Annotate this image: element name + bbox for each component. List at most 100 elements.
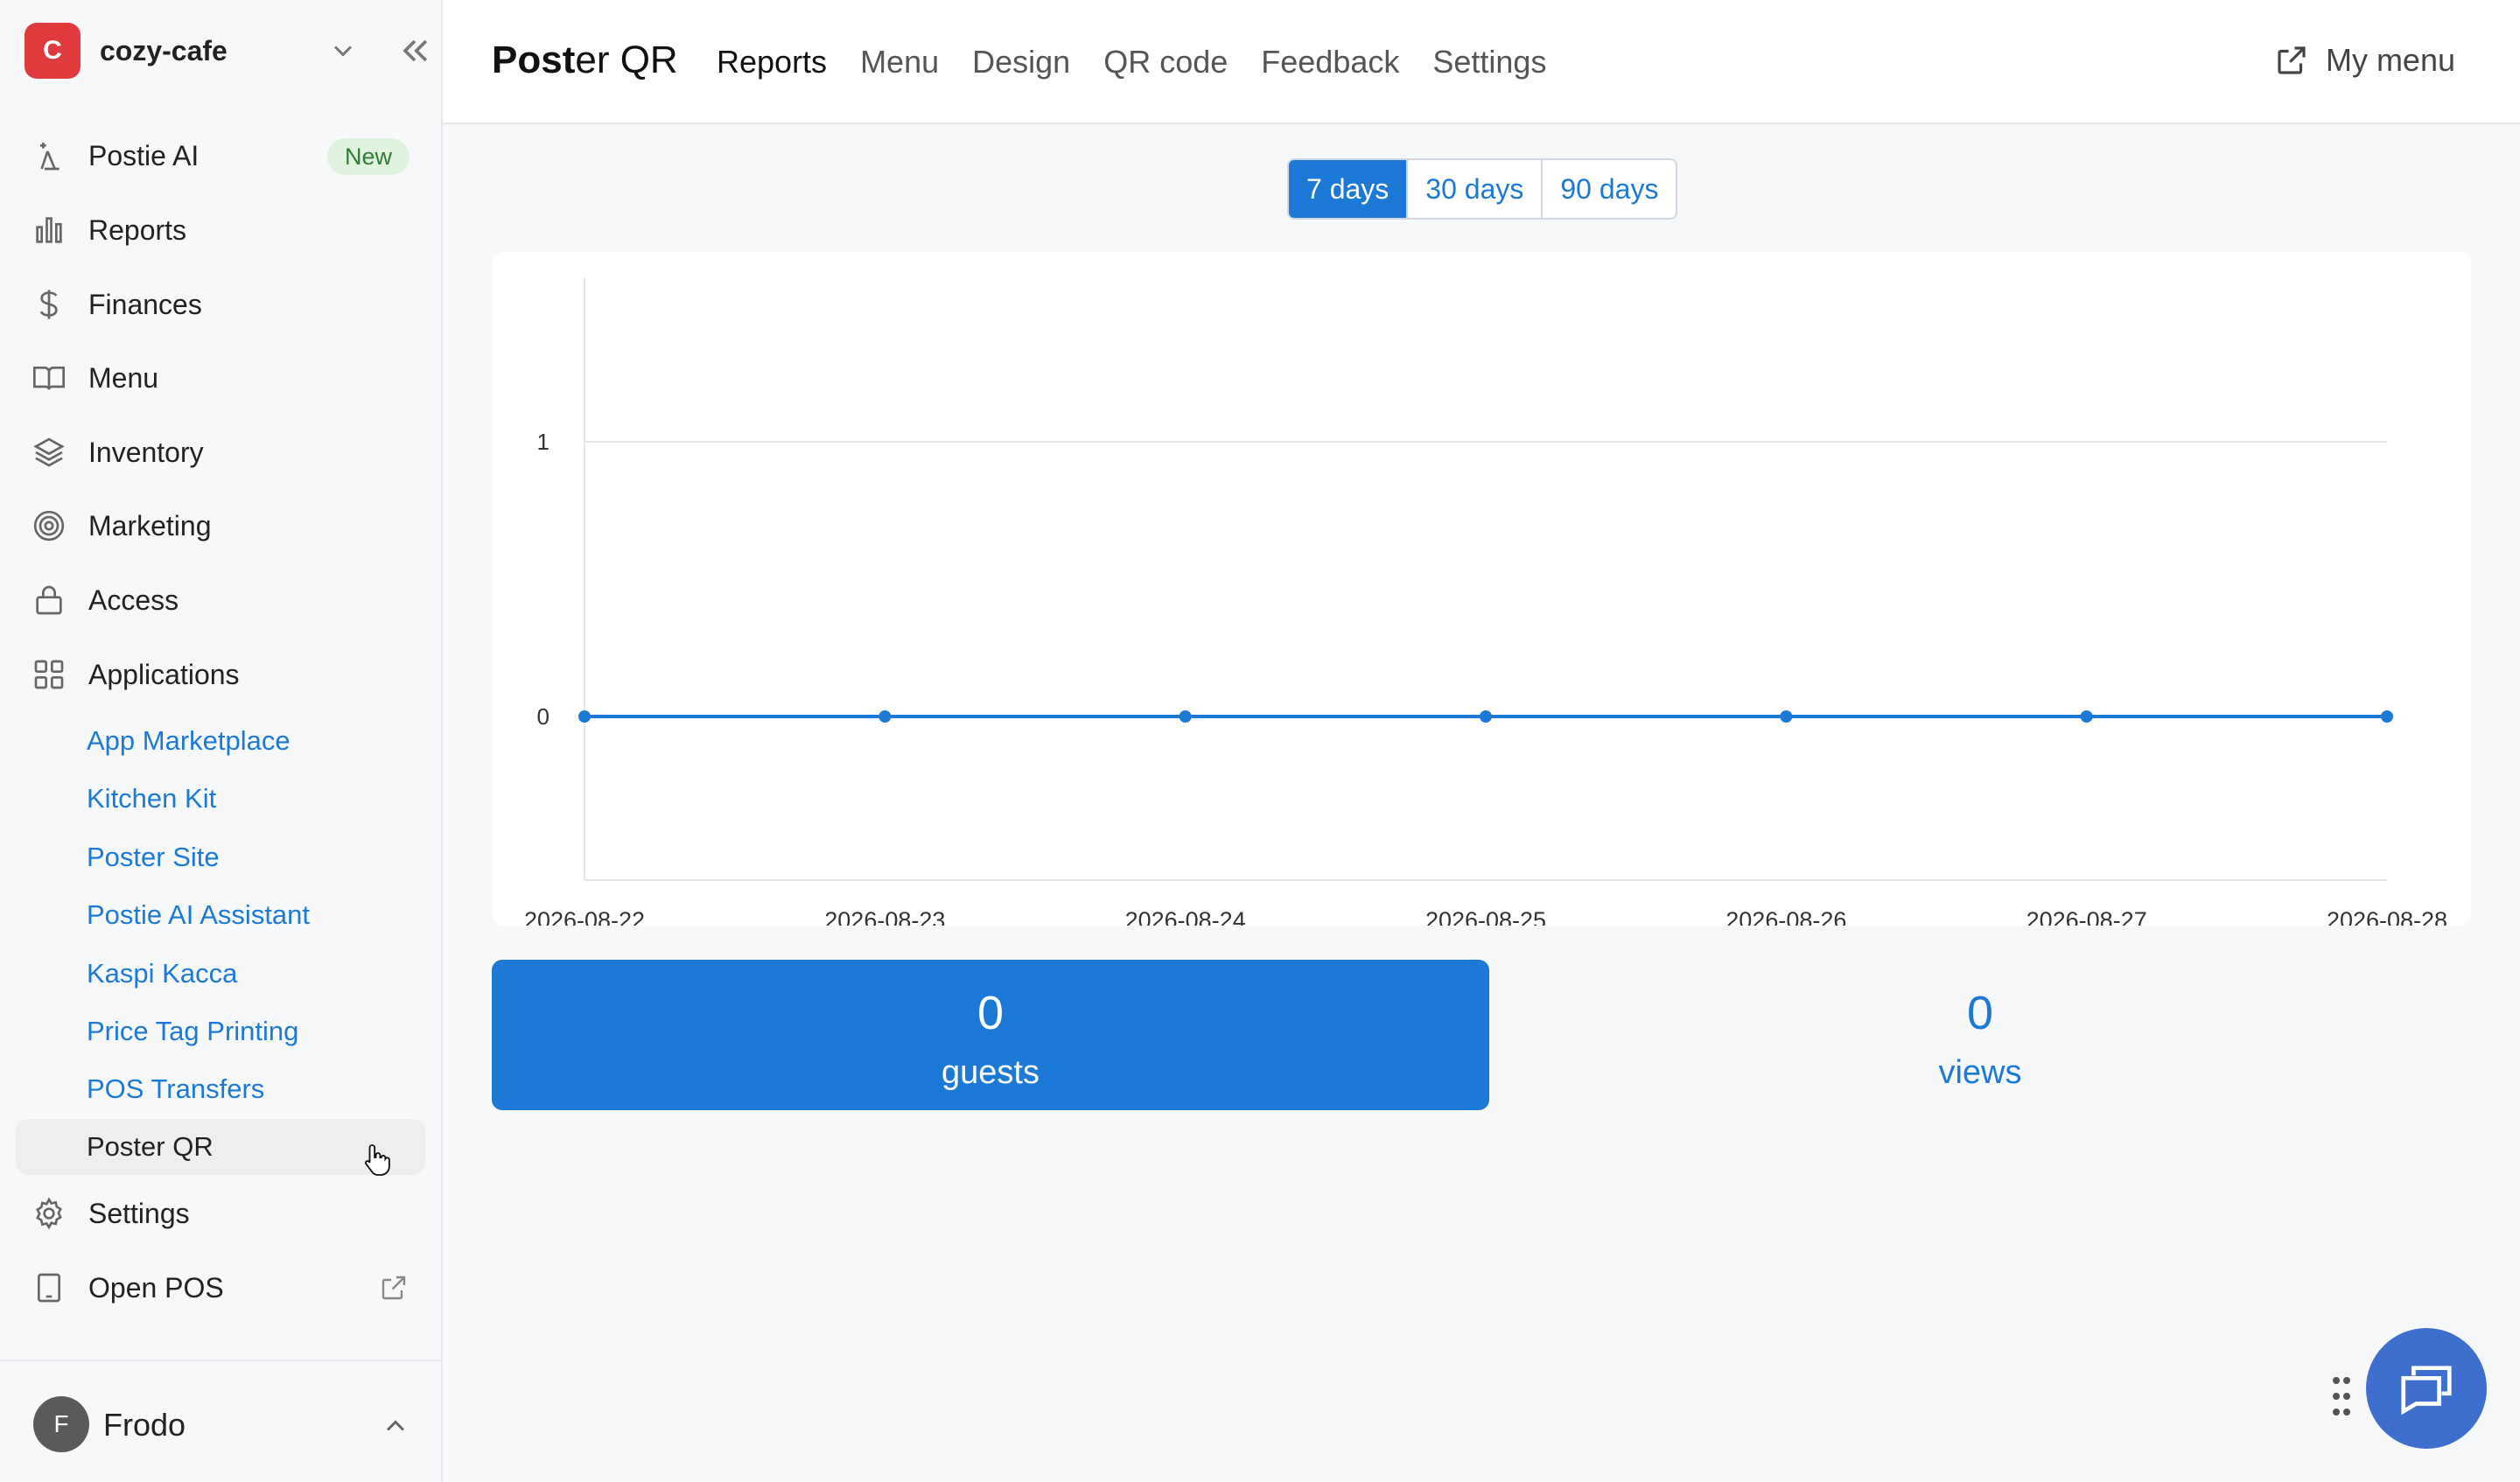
sidebar-app-price-tag-printing[interactable]: Price Tag Printing — [16, 1003, 425, 1059]
user-menu[interactable]: F Frodo — [0, 1360, 441, 1482]
avatar: F — [33, 1396, 89, 1452]
chat-button[interactable] — [2366, 1328, 2487, 1449]
sidebar-app-app-marketplace[interactable]: App Marketplace — [16, 713, 425, 769]
org-avatar: C — [24, 23, 80, 79]
sidebar-app-label: Price Tag Printing — [87, 1016, 299, 1046]
sidebar-app-label: Poster QR — [87, 1131, 214, 1162]
sidebar-app-kitchen-kit[interactable]: Kitchen Kit — [16, 771, 425, 827]
book-icon — [33, 367, 65, 390]
guests-stat[interactable]: 0 guests — [492, 960, 1489, 1110]
app: C cozy-cafe Postie AI New Reports Financ… — [0, 0, 2520, 1482]
bar-chart-icon — [36, 217, 62, 243]
lock-icon — [36, 585, 62, 615]
app-title-bold: Post — [492, 38, 576, 81]
sidebar-item-label: Menu — [88, 361, 159, 394]
x-tick-label: 2026-08-27 — [2026, 907, 2147, 926]
sidebar-app-postie-ai-assistant[interactable]: Postie AI Assistant — [16, 887, 425, 943]
sidebar-item-finances[interactable]: Finances — [16, 275, 425, 334]
sidebar-item-postie-ai[interactable]: Postie AI New — [16, 126, 425, 185]
sidebar-item-menu[interactable]: Menu — [16, 348, 425, 408]
x-tick-label: 2026-08-28 — [2327, 907, 2447, 926]
sidebar-item-label: Access — [88, 584, 179, 616]
sidebar-item-applications[interactable]: Applications — [16, 645, 425, 704]
sidebar-item-label: Settings — [88, 1197, 190, 1229]
y-tick-label: 0 — [537, 703, 550, 730]
grid-icon — [34, 660, 64, 689]
sidebar-app-label: Kitchen Kit — [87, 783, 217, 814]
range-90-days[interactable]: 90 days — [1543, 160, 1676, 218]
sidebar: C cozy-cafe Postie AI New Reports Financ… — [0, 0, 443, 1482]
sidebar-item-label: Finances — [88, 288, 202, 320]
data-point — [2381, 710, 2393, 723]
layers-icon — [33, 437, 65, 467]
sidebar-item-open-pos[interactable]: Open POS — [16, 1258, 425, 1318]
new-badge: New — [327, 138, 410, 175]
x-tick-label: 2026-08-25 — [1425, 907, 1546, 926]
data-point — [1780, 710, 1793, 723]
sidebar-item-label: Postie AI — [88, 139, 200, 171]
sparkle-pen-icon — [40, 143, 60, 171]
sidebar-item-label: Inventory — [88, 436, 204, 468]
org-switcher[interactable]: C cozy-cafe — [24, 23, 428, 79]
x-tick-label: 2026-08-26 — [1726, 907, 1846, 926]
sidebar-item-marketing[interactable]: Marketing — [16, 496, 425, 556]
views-count: 0 — [1966, 987, 1994, 1039]
views-stat[interactable]: 0 views — [1489, 960, 2471, 1110]
sidebar-app-label: Poster Site — [87, 842, 220, 872]
data-point — [1179, 710, 1192, 723]
top-bar: Poster QR Reports Menu Design QR code Fe… — [443, 0, 2520, 124]
x-tick-label: 2026-08-22 — [524, 907, 645, 926]
tablet-icon — [38, 1273, 60, 1303]
sidebar-item-reports[interactable]: Reports — [16, 200, 425, 260]
line-chart: 0 1 2026-08-22 2026-08-23 2026-08-24 2026-08-… — [524, 278, 2447, 926]
sidebar-app-label: POS Transfers — [87, 1073, 265, 1104]
sidebar-app-poster-site[interactable]: Poster Site — [16, 829, 425, 885]
sidebar-app-label: App Marketplace — [87, 725, 290, 756]
sidebar-item-label: Applications — [88, 658, 240, 690]
external-link-icon — [382, 1276, 406, 1300]
tab-design[interactable]: Design — [972, 44, 1070, 80]
chart-card: 0 1 2026-08-22 2026-08-23 2026-08-24 2026-08-… — [492, 252, 2471, 926]
top-nav: Reports Menu Design QR code Feedback Set… — [717, 44, 1546, 80]
chevron-up-icon[interactable] — [380, 1410, 411, 1442]
drag-handle-icon[interactable] — [2331, 1375, 2352, 1417]
sidebar-app-kaspi-kacca[interactable]: Kaspi Kacca — [16, 946, 425, 1002]
tab-menu[interactable]: Menu — [860, 44, 939, 80]
data-point — [1480, 710, 1492, 723]
my-menu-label: My menu — [2325, 42, 2455, 78]
sidebar-app-label: Kaspi Kacca — [87, 958, 238, 989]
x-tick-label: 2026-08-23 — [824, 907, 945, 926]
sidebar-item-label: Marketing — [88, 509, 212, 542]
views-label: views — [1938, 1054, 2022, 1091]
data-point — [578, 710, 591, 723]
sidebar-item-label: Open POS — [88, 1271, 224, 1304]
chevron-down-icon[interactable] — [327, 35, 359, 66]
my-menu-link[interactable]: My menu — [2273, 42, 2455, 79]
chat-icon — [2401, 1366, 2452, 1416]
y-tick-label: 1 — [537, 429, 550, 455]
gear-icon — [36, 1197, 62, 1230]
guests-count: 0 — [976, 987, 1004, 1039]
user-name: Frodo — [103, 1407, 186, 1443]
sidebar-item-access[interactable]: Access — [16, 570, 425, 630]
sidebar-app-pos-transfers[interactable]: POS Transfers — [16, 1061, 425, 1117]
data-point — [2080, 710, 2093, 723]
hand-cursor-icon — [364, 1144, 390, 1176]
sidebar-item-settings[interactable]: Settings — [16, 1184, 425, 1243]
sidebar-item-inventory[interactable]: Inventory — [16, 423, 425, 482]
date-range-selector: 7 days 30 days 90 days — [1287, 158, 1678, 220]
tab-reports[interactable]: Reports — [717, 44, 827, 80]
collapse-sidebar-icon[interactable] — [396, 31, 434, 70]
guests-label: guests — [942, 1054, 1040, 1091]
x-tick-label: 2026-08-24 — [1125, 907, 1246, 926]
tab-settings[interactable]: Settings — [1432, 44, 1546, 80]
app-title: Poster QR — [492, 38, 678, 82]
tab-feedback[interactable]: Feedback — [1261, 44, 1399, 80]
dollar-icon — [39, 290, 58, 319]
range-7-days[interactable]: 7 days — [1289, 160, 1409, 218]
org-name: cozy-cafe — [100, 34, 228, 66]
tab-qr-code[interactable]: QR code — [1103, 44, 1228, 80]
target-icon — [33, 510, 65, 542]
range-30-days[interactable]: 30 days — [1408, 160, 1544, 218]
data-point — [878, 710, 892, 723]
